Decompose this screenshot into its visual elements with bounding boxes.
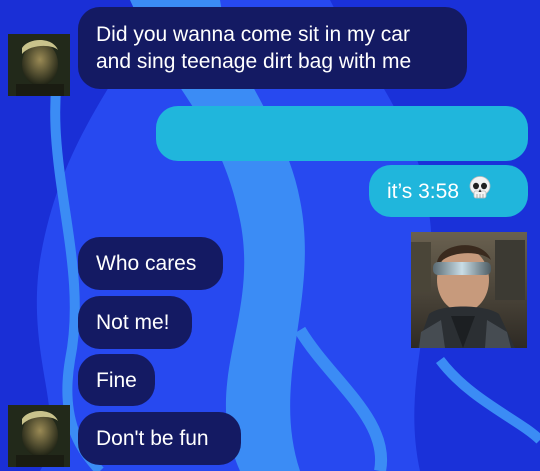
message-text: Don't be fun: [96, 427, 209, 450]
avatar-left-top: [8, 34, 70, 96]
message-bubble-incoming[interactable]: Don't be fun: [78, 412, 241, 465]
message-bubble-incoming[interactable]: Not me!: [78, 296, 192, 349]
message-text: Who cares: [96, 252, 197, 275]
message-text: Not me!: [96, 311, 170, 334]
avatar-left-bottom: [8, 405, 70, 467]
avatar-right: [411, 232, 527, 348]
message-text: it’s 3:58: [387, 179, 459, 203]
message-bubble-incoming[interactable]: Did you wanna come sit in my car and sin…: [78, 7, 467, 89]
message-bubble-outgoing[interactable]: [156, 106, 528, 161]
message-text: Did you wanna come sit in my car and sin…: [96, 23, 412, 73]
skull-icon: [469, 175, 491, 207]
message-text: Fine: [96, 368, 137, 392]
message-bubble-incoming[interactable]: Fine: [78, 354, 155, 406]
message-bubble-outgoing[interactable]: it’s 3:58: [369, 165, 528, 217]
message-bubble-incoming[interactable]: Who cares: [78, 237, 223, 290]
